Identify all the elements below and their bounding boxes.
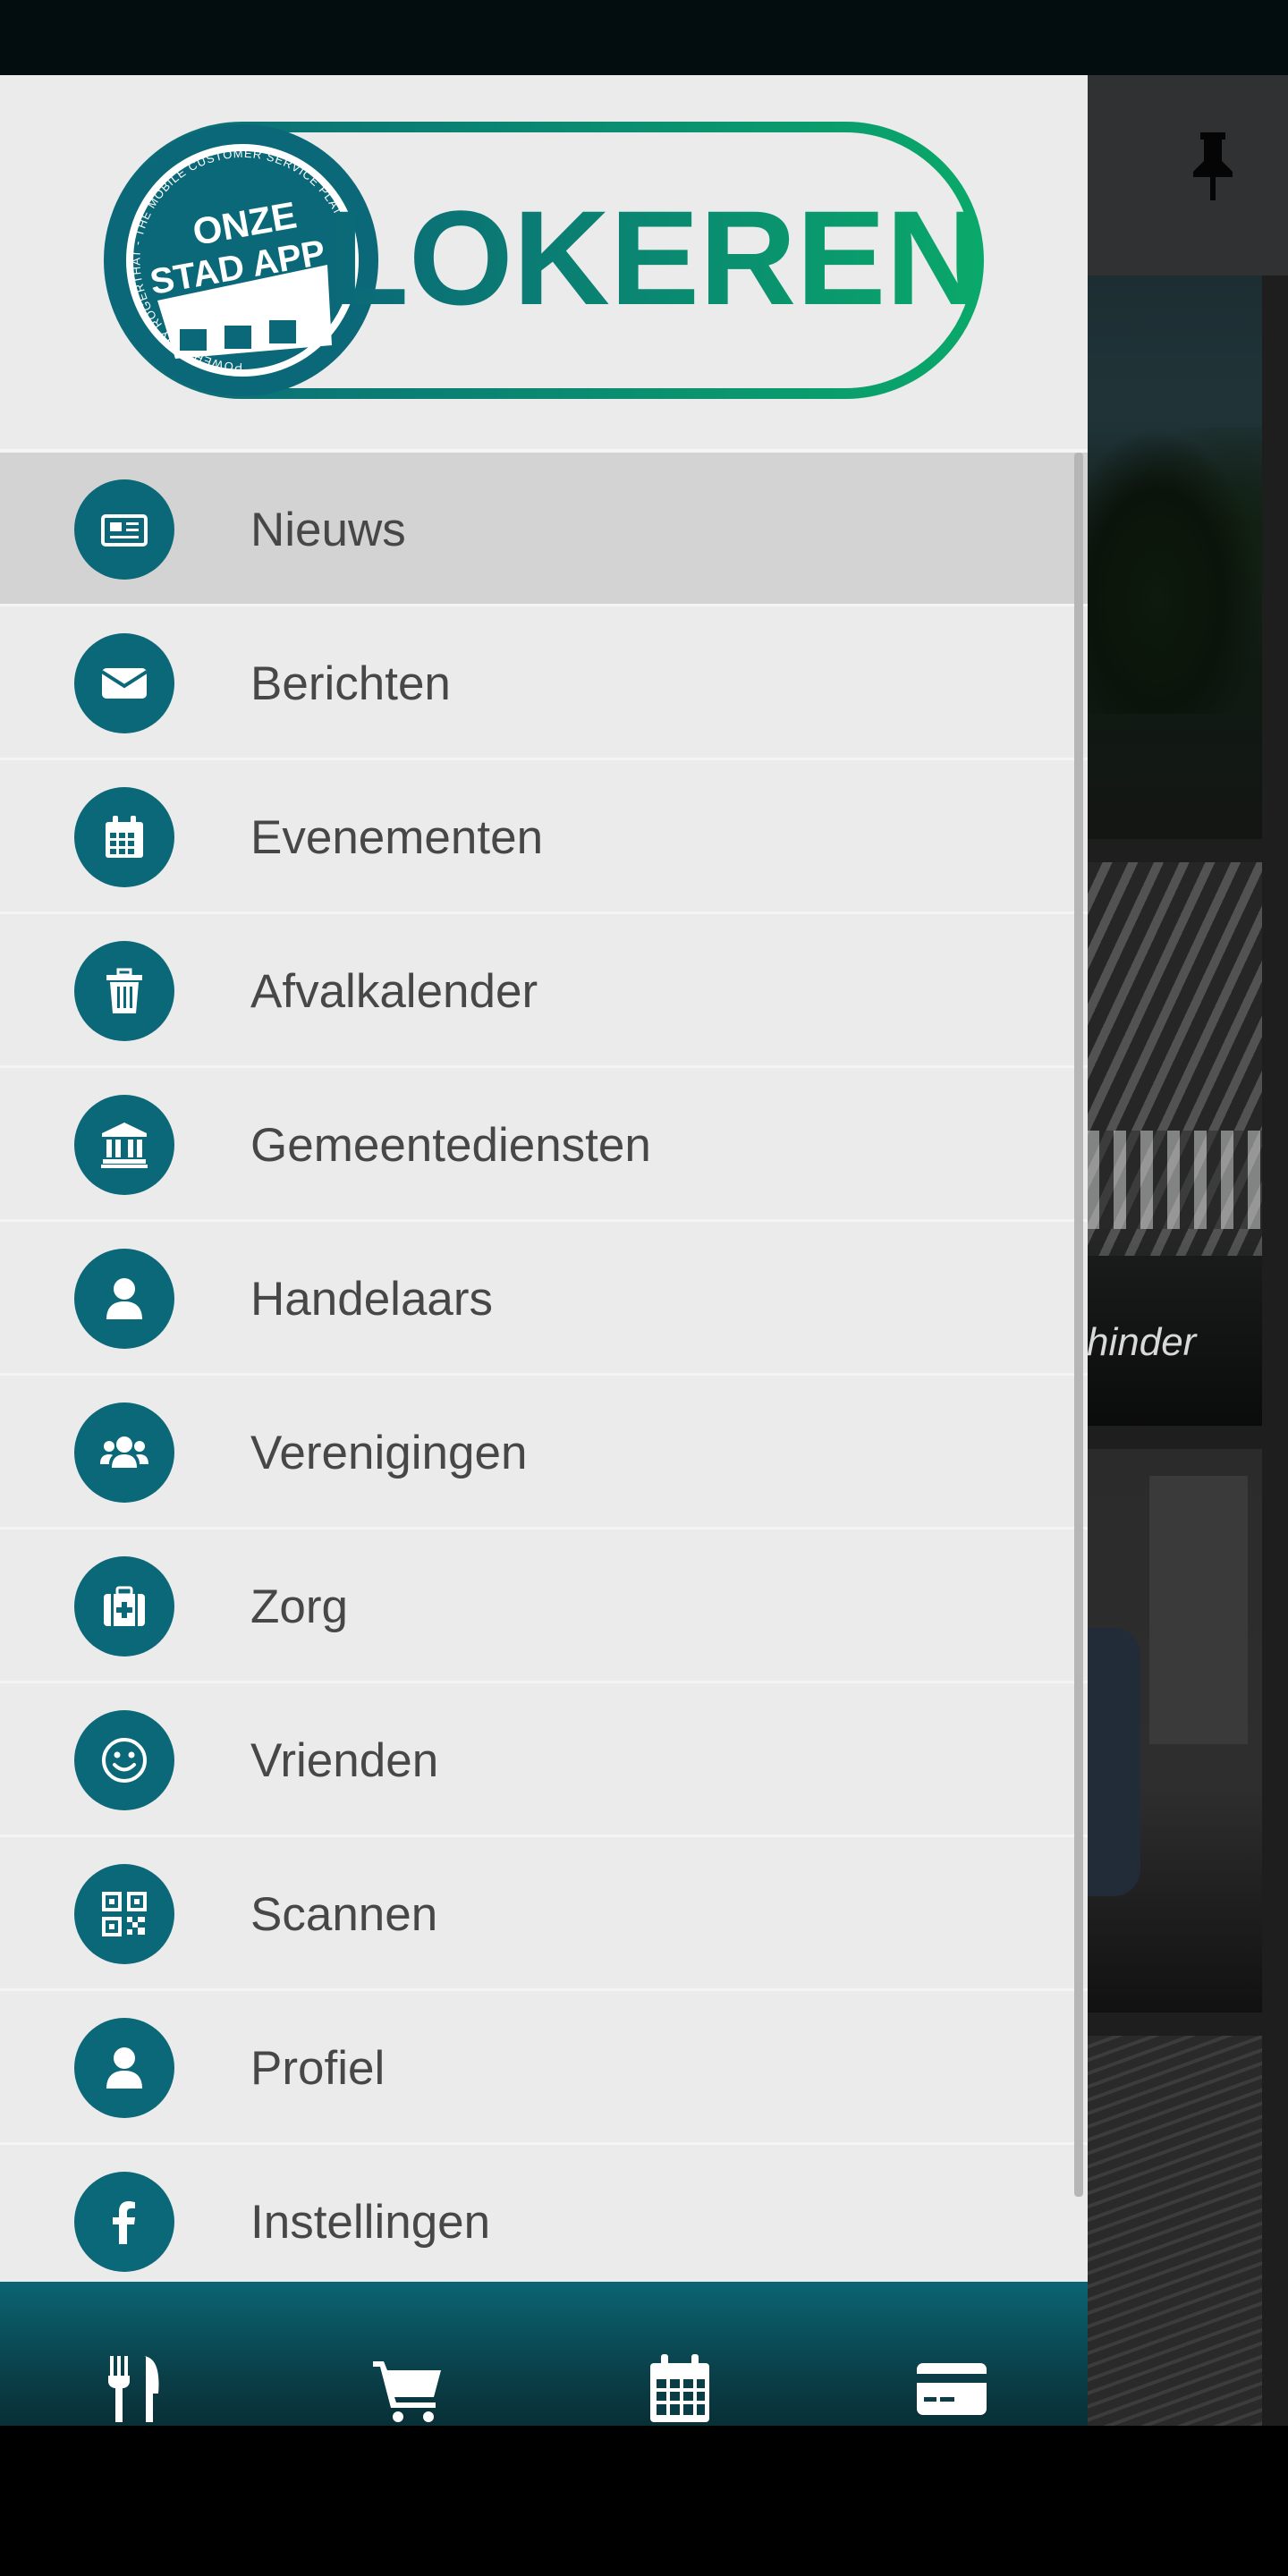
navigation-drawer: POWERED BY ROGERTHAT - THE MOBILE CUSTOM… — [0, 75, 1088, 2426]
users-icon — [74, 1402, 174, 1503]
menu-item-label: Handelaars — [250, 1273, 494, 1326]
tab-shop[interactable] — [354, 2335, 462, 2426]
shopping-cart-icon — [373, 2361, 441, 2422]
menu-item-label: Vrienden — [250, 1734, 439, 1787]
bottom-tab-bar — [0, 2282, 1088, 2426]
user-icon — [74, 1249, 174, 1349]
app-logo: POWERED BY ROGERTHAT - THE MOBILE CUSTOM… — [104, 122, 984, 399]
status-bar — [0, 0, 1288, 75]
system-navigation-bar — [0, 2426, 1288, 2576]
menu-item-zorg[interactable]: Zorg — [0, 1530, 1088, 1683]
drawer-header: POWERED BY ROGERTHAT - THE MOBILE CUSTOM… — [0, 75, 1088, 453]
credit-card-icon — [917, 2363, 987, 2415]
facebook-icon — [74, 2172, 174, 2272]
institution-icon — [74, 1095, 174, 1195]
trash-icon — [74, 941, 174, 1041]
news-card-image[interactable] — [1087, 1449, 1262, 2012]
news-card-image[interactable]: hinder — [1087, 862, 1262, 1426]
menu-item-evenementen[interactable]: Evenementen — [0, 760, 1088, 914]
menu-item-label: Evenementen — [250, 811, 544, 864]
menu-item-label: Profiel — [250, 2042, 386, 2095]
menu-item-label: Gemeentediensten — [250, 1119, 651, 1172]
menu-item-verenigingen[interactable]: Verenigingen — [0, 1376, 1088, 1530]
envelope-icon — [74, 633, 174, 733]
news-card-image[interactable] — [1087, 2036, 1262, 2426]
menu-item-scannen[interactable]: Scannen — [0, 1837, 1088, 1991]
menu-item-instellingen[interactable]: Instellingen — [0, 2145, 1088, 2299]
menu-item-label: Scannen — [250, 1888, 438, 1941]
qrcode-icon — [74, 1864, 174, 1964]
menu-item-label: Instellingen — [250, 2196, 491, 2249]
tab-restaurants[interactable] — [82, 2335, 190, 2426]
smile-icon — [74, 1710, 174, 1810]
news-card-image[interactable] — [1087, 275, 1262, 839]
menu-item-label: Nieuws — [250, 504, 406, 556]
menu-item-label: Verenigingen — [250, 1427, 528, 1479]
pin-icon[interactable] — [1188, 132, 1238, 200]
menu-item-label: Berichten — [250, 657, 451, 710]
tab-loyalty-card[interactable] — [898, 2335, 1005, 2426]
menu-item-label: Zorg — [250, 1580, 348, 1633]
menu-item-nieuws[interactable]: Nieuws — [0, 453, 1088, 606]
newspaper-icon — [74, 479, 174, 580]
menu-item-profiel[interactable]: Profiel — [0, 1991, 1088, 2145]
news-card-caption: hinder — [1087, 1320, 1197, 1364]
calendar-icon — [74, 787, 174, 887]
menu-item-afvalkalender[interactable]: Afvalkalender — [0, 914, 1088, 1068]
user-icon — [74, 2018, 174, 2118]
menu-item-berichten[interactable]: Berichten — [0, 606, 1088, 760]
cutlery-icon — [108, 2356, 159, 2422]
calendar-icon — [650, 2354, 709, 2422]
tab-agenda[interactable] — [626, 2335, 733, 2426]
menu-item-gemeentediensten[interactable]: Gemeentediensten — [0, 1068, 1088, 1222]
drawer-menu: Nieuws Berichten Evenementen Afvalkalend… — [0, 453, 1088, 2299]
menu-item-vrienden[interactable]: Vrienden — [0, 1683, 1088, 1837]
menu-item-handelaars[interactable]: Handelaars — [0, 1222, 1088, 1376]
city-name: LOKEREN — [326, 182, 982, 333]
menu-item-label: Afvalkalender — [250, 965, 538, 1018]
medkit-icon — [74, 1556, 174, 1657]
drawer-scrollbar[interactable] — [1074, 453, 1083, 2197]
